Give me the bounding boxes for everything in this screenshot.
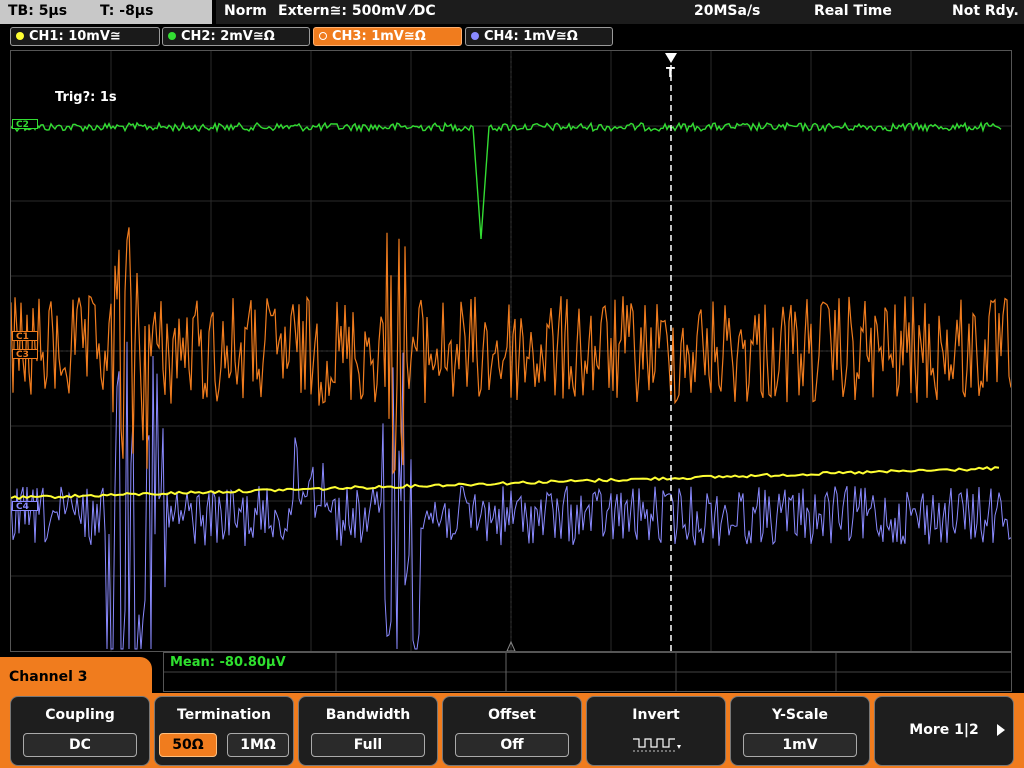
trigger-mode: Norm: [224, 3, 267, 19]
channel-2-marker-label: C2: [16, 120, 29, 130]
channel-tab-3-label: CH3: 1mV≅Ω: [332, 29, 426, 44]
channel-1-color-icon: [16, 32, 24, 40]
channel-tab-2-label: CH2: 2mV≅Ω: [181, 29, 275, 44]
measurement-panel: Mean: -80.80µV: [163, 652, 1012, 692]
top-status-bar: TB: 5µs T: -8µs Norm Extern≅: 500mV ⁄DC …: [0, 0, 1024, 25]
bandwidth-title: Bandwidth: [325, 707, 411, 723]
invert-softkey[interactable]: Invert: [586, 696, 726, 766]
channel-4-marker[interactable]: C4: [12, 501, 38, 512]
channel-2-color-icon: [168, 32, 176, 40]
sample-rate: 20MSa/s: [694, 3, 761, 19]
more-label: More 1|2: [909, 722, 979, 738]
channel-1-marker[interactable]: C1: [12, 331, 38, 342]
bandwidth-softkey[interactable]: Bandwidth Full: [298, 696, 438, 766]
channel-2-marker[interactable]: C2: [12, 119, 38, 130]
channel-3-marker-label: C3: [16, 350, 29, 360]
trigger-time-value: T: -8µs: [100, 3, 154, 19]
more-softkey[interactable]: More 1|2: [874, 696, 1014, 766]
channel-1-marker-label: C1: [16, 332, 29, 342]
channel-3-marker[interactable]: C3: [12, 349, 38, 360]
measurement-grid: [164, 653, 1011, 691]
trigger-t-icon: T: [666, 66, 675, 81]
channel-tab-1[interactable]: CH1: 10mV≅: [10, 27, 160, 46]
timebase-value: TB: 5µs: [8, 3, 68, 19]
channel-4-color-icon: [471, 32, 479, 40]
channel-2-trace: [11, 121, 1002, 240]
acquisition-status: Not Rdy.: [952, 3, 1019, 19]
channel-menu-title-text: Channel 3: [9, 669, 88, 685]
invert-waveform-icon: [633, 738, 681, 752]
trigger-panel[interactable]: Norm Extern≅: 500mV ⁄DC 20MSa/s Real Tim…: [216, 0, 1024, 24]
waveform-display[interactable]: T: [10, 50, 1012, 652]
channel-tab-1-label: CH1: 10mV≅: [29, 29, 121, 44]
channel-tab-3[interactable]: CH3: 1mV≅Ω: [313, 27, 462, 46]
trigger-position-icon: [665, 53, 677, 63]
channel-tab-4-label: CH4: 1mV≅Ω: [484, 29, 578, 44]
next-page-icon: [997, 724, 1005, 736]
offset-title: Offset: [488, 707, 536, 723]
trigger-message: Trig?: 1s: [55, 90, 117, 105]
coupling-title: Coupling: [45, 707, 115, 723]
channel-4-marker-label: C4: [16, 502, 29, 512]
yscale-title: Y-Scale: [771, 707, 828, 723]
yscale-value[interactable]: 1mV: [743, 733, 857, 757]
channel-menu-title: Channel 3: [0, 657, 152, 697]
yscale-softkey[interactable]: Y-Scale 1mV: [730, 696, 870, 766]
channel-tab-4[interactable]: CH4: 1mV≅Ω: [465, 27, 613, 46]
termination-softkey[interactable]: Termination 50Ω 1MΩ: [154, 696, 294, 766]
bandwidth-value[interactable]: Full: [311, 733, 425, 757]
timebase-panel[interactable]: TB: 5µs T: -8µs: [0, 0, 212, 24]
channel-tab-2[interactable]: CH2: 2mV≅Ω: [162, 27, 310, 46]
termination-50ohm-option[interactable]: 50Ω: [159, 733, 217, 757]
termination-1mohm-option[interactable]: 1MΩ: [227, 733, 289, 757]
measurement-mean: Mean: -80.80µV: [170, 655, 286, 670]
offset-value[interactable]: Off: [455, 733, 569, 757]
softkey-bar: Coupling DC Termination 50Ω 1MΩ Bandwidt…: [0, 693, 1024, 768]
termination-title: Termination: [177, 707, 271, 723]
coupling-softkey[interactable]: Coupling DC: [10, 696, 150, 766]
channel-3-color-icon: [319, 32, 327, 40]
coupling-value[interactable]: DC: [23, 733, 137, 757]
invert-title: Invert: [632, 707, 680, 723]
acquisition-mode: Real Time: [814, 3, 892, 19]
offset-softkey[interactable]: Offset Off: [442, 696, 582, 766]
waveform-canvas: T: [11, 51, 1011, 651]
graticule-grid: [11, 51, 1011, 651]
trigger-source: Extern≅: 500mV ⁄DC: [278, 3, 436, 19]
channel-tabs: CH1: 10mV≅ CH2: 2mV≅Ω CH3: 1mV≅Ω CH4: 1m…: [0, 26, 1024, 48]
